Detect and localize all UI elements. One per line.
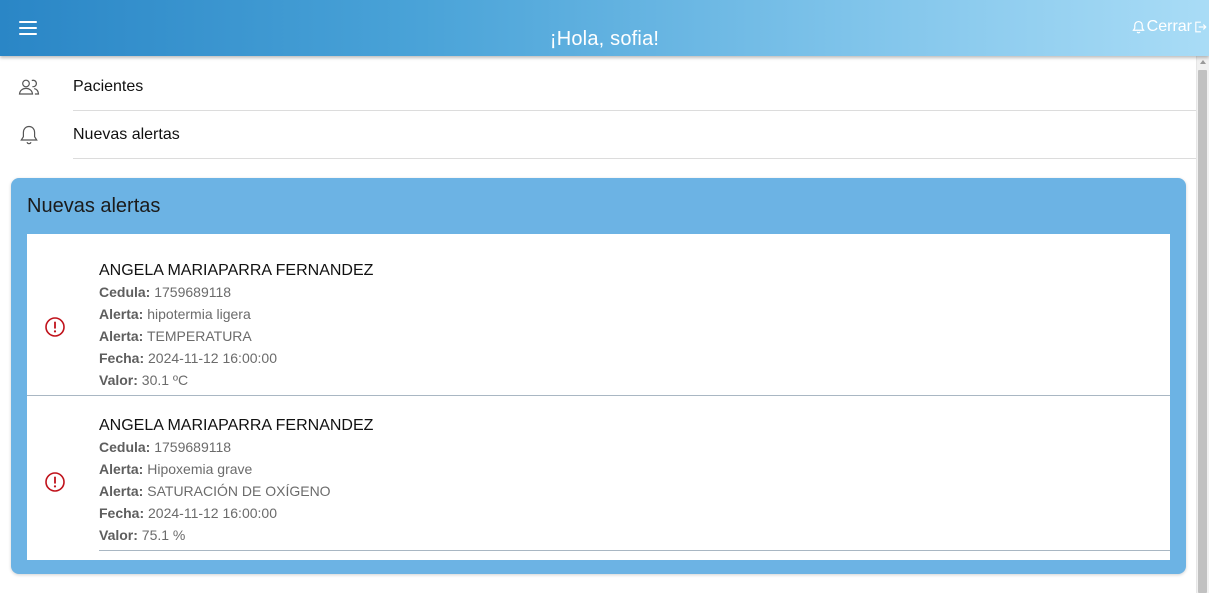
fecha-value: 2024-11-12 16:00:00 bbox=[148, 505, 277, 521]
alerts-list: ANGELA MARIAPARRA FERNANDEZ Cedula: 1759… bbox=[27, 234, 1170, 560]
alerts-panel: Nuevas alertas ANGELA MARIAPARRA FERNAND… bbox=[11, 178, 1186, 574]
nav-item-label: Nuevas alertas bbox=[73, 126, 180, 143]
alerta-value: hipotermia ligera bbox=[147, 306, 251, 322]
field-label: Fecha: bbox=[99, 350, 145, 366]
logout-icon bbox=[1195, 21, 1207, 33]
valor-row: Valor: 75.1 % bbox=[99, 527, 185, 543]
valor-value: 30.1 ºC bbox=[141, 372, 189, 388]
tipo-value: TEMPERATURA bbox=[147, 328, 252, 344]
patient-name: ANGELA MARIAPARRA FERNANDEZ bbox=[99, 262, 374, 279]
logout-button[interactable]: Cerrar bbox=[1131, 18, 1207, 36]
users-icon bbox=[18, 79, 40, 95]
field-label: Alerta: bbox=[99, 328, 144, 344]
cedula-row: Cedula: 1759689118 bbox=[99, 439, 231, 455]
field-label: Fecha: bbox=[99, 505, 145, 521]
alert-circle-icon bbox=[45, 317, 65, 337]
panel-title: Nuevas alertas bbox=[27, 195, 161, 217]
bell-icon bbox=[1131, 20, 1145, 34]
nav-item-pacientes[interactable]: Pacientes bbox=[0, 63, 1196, 111]
field-label: Alerta: bbox=[99, 306, 144, 322]
divider bbox=[73, 158, 1196, 159]
page-title: ¡Hola, sofia! bbox=[549, 28, 660, 50]
field-label: Alerta: bbox=[99, 483, 144, 499]
tipo-value: SATURACIÓN DE OXÍGENO bbox=[147, 483, 331, 499]
nav-item-nuevas-alertas[interactable]: Nuevas alertas bbox=[0, 111, 1196, 159]
field-label: Valor: bbox=[99, 372, 138, 388]
tipo-row: Alerta: TEMPERATURA bbox=[99, 328, 252, 344]
fecha-value: 2024-11-12 16:00:00 bbox=[148, 350, 277, 366]
fecha-row: Fecha: 2024-11-12 16:00:00 bbox=[99, 350, 277, 366]
field-label: Valor: bbox=[99, 527, 138, 543]
scrollbar-thumb[interactable] bbox=[1198, 70, 1207, 593]
fecha-row: Fecha: 2024-11-12 16:00:00 bbox=[99, 505, 277, 521]
alert-circle-icon bbox=[45, 472, 65, 492]
bell-icon bbox=[20, 125, 38, 145]
nav-item-label: Pacientes bbox=[73, 78, 144, 95]
alerta-value: Hipoxemia grave bbox=[147, 461, 253, 477]
alerta-row: Alerta: Hipoxemia grave bbox=[99, 461, 252, 477]
valor-value: 75.1 % bbox=[141, 527, 186, 543]
field-label: Cedula: bbox=[99, 284, 151, 300]
cedula-row: Cedula: 1759689118 bbox=[99, 284, 231, 300]
field-label: Cedula: bbox=[99, 439, 151, 455]
divider bbox=[99, 550, 1170, 551]
alert-list-item[interactable]: ANGELA MARIAPARRA FERNANDEZ Cedula: 1759… bbox=[27, 396, 1170, 551]
tipo-row: Alerta: SATURACIÓN DE OXÍGENO bbox=[99, 483, 331, 499]
logout-label: Cerrar bbox=[1146, 18, 1192, 35]
alerta-row: Alerta: hipotermia ligera bbox=[99, 306, 251, 322]
valor-row: Valor: 30.1 ºC bbox=[99, 372, 188, 388]
alert-list-item[interactable]: ANGELA MARIAPARRA FERNANDEZ Cedula: 1759… bbox=[27, 241, 1170, 396]
cedula-value: 1759689118 bbox=[154, 439, 232, 455]
scroll-up-arrow[interactable] bbox=[1200, 60, 1206, 64]
cedula-value: 1759689118 bbox=[154, 284, 232, 300]
field-label: Alerta: bbox=[99, 461, 144, 477]
patient-name: ANGELA MARIAPARRA FERNANDEZ bbox=[99, 417, 374, 434]
app-header: ¡Hola, sofia! Cerrar bbox=[0, 0, 1209, 56]
